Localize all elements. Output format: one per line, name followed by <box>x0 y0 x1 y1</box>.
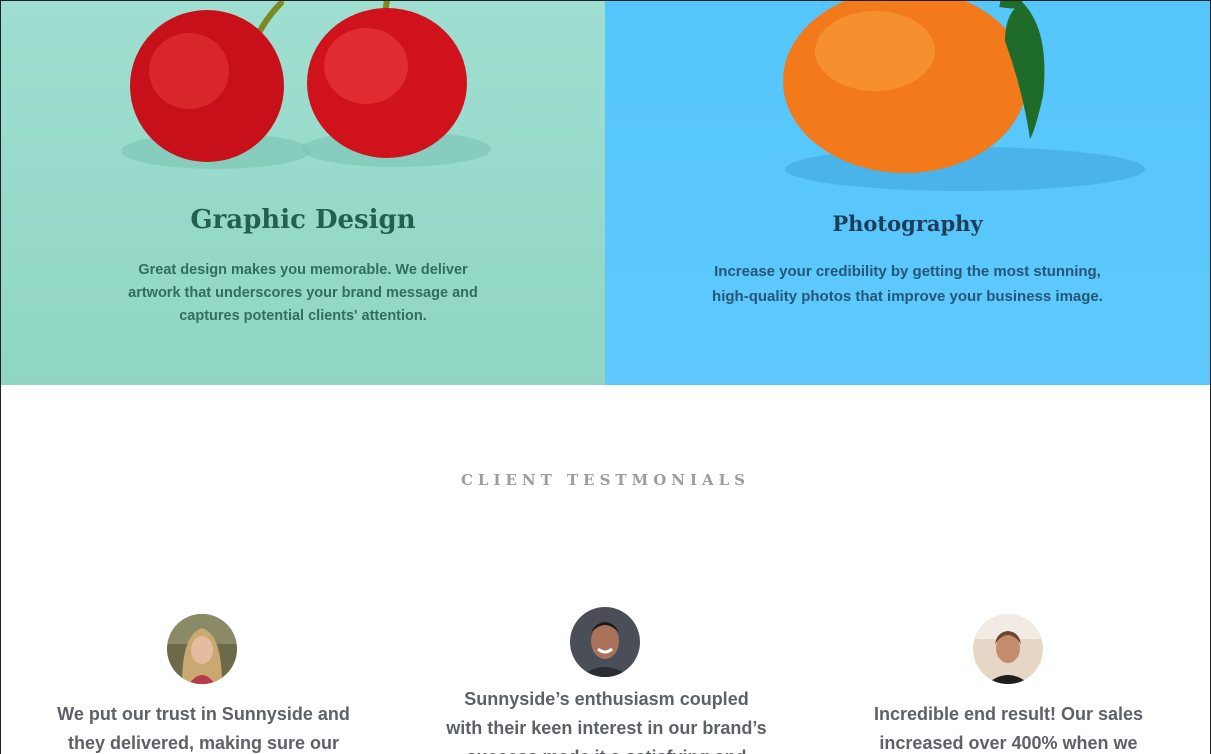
services-section: Graphic Design Great design makes you me… <box>1 1 1210 385</box>
testimonials-heading: CLIENT TESTMONIALS <box>460 471 751 489</box>
cherries-image <box>121 1 491 169</box>
testimonial-quote: Sunnyside’s enthusiasm coupled with thei… <box>446 689 767 754</box>
testimonial-quote: We put our trust in Sunnyside and they d… <box>57 704 350 753</box>
photography-panel: Photography Increase your credibility by… <box>605 1 1210 385</box>
graphic-design-panel: Graphic Design Great design makes you me… <box>1 1 605 385</box>
testimonial-card: Sunnyside’s enthusiasm coupled with thei… <box>444 607 769 754</box>
orange-image <box>783 1 1145 191</box>
testimonial-card: We put our trust in Sunnyside and they d… <box>41 614 366 754</box>
testimonial-quote: Incredible end result! Our sales increas… <box>873 704 1144 753</box>
avatar <box>167 614 237 684</box>
graphic-design-description: Great design makes you memorable. We del… <box>128 262 478 324</box>
graphic-design-title: Graphic Design <box>190 205 416 235</box>
photography-description: Increase your credibility by getting the… <box>712 263 1103 305</box>
photography-title: Photography <box>832 211 983 236</box>
avatar <box>570 607 640 677</box>
testimonial-card: Incredible end result! Our sales increas… <box>846 614 1171 754</box>
avatar <box>973 614 1043 684</box>
